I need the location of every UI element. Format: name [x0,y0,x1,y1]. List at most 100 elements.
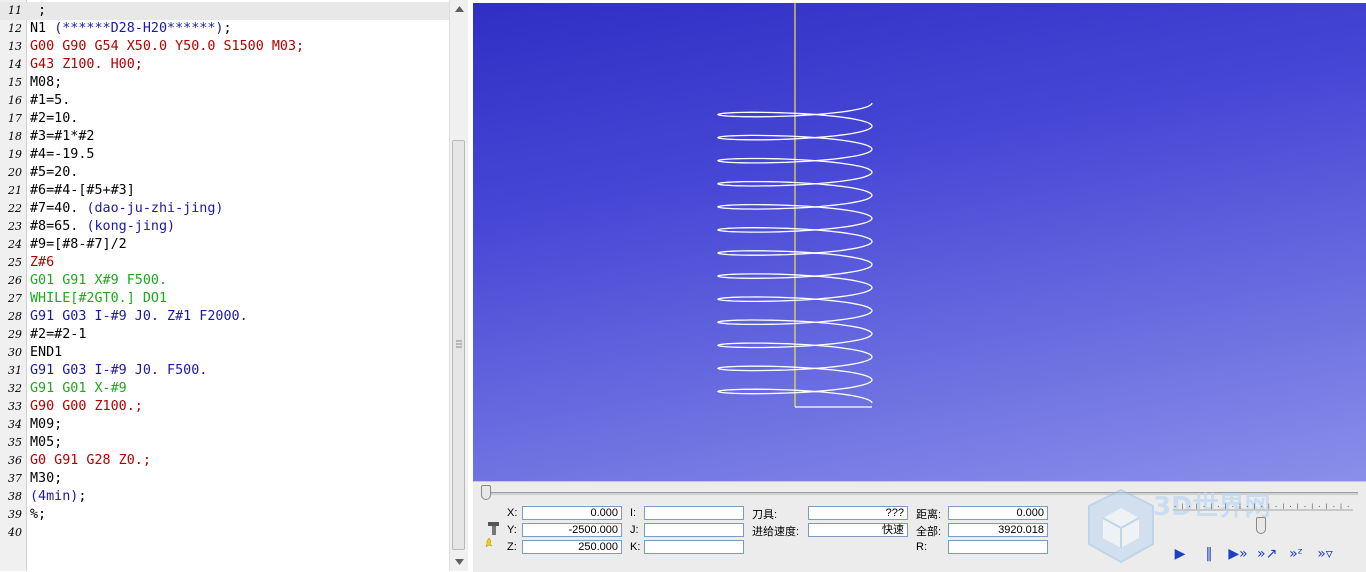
code-token: G43 Z100. H00; [30,57,143,72]
line-number: 19 [8,148,22,161]
code-line[interactable]: 15 M08; [0,74,449,92]
code-line[interactable]: 13 G00 G90 G54 X50.0 Y50.0 S1500 M03; [0,38,449,56]
code-line[interactable]: 31 G91 G03 I-#9 J0. F500. [0,362,449,380]
code-line[interactable]: 22 #7=40. (dao-ju-zhi-jing) [0,200,449,218]
arrow-down-icon [454,558,464,565]
code-token: #6=#4-[#5+#3] [30,183,135,198]
code-line[interactable]: 20 #5=20. [0,164,449,182]
vertical-scrollbar[interactable] [449,0,468,571]
code-text: G90 G00 Z100.; [30,398,143,416]
line-number: 14 [8,58,22,71]
scrollbar-thumb[interactable] [452,140,465,550]
distance-value-field: 0.000 [948,506,1048,520]
code-token: #1=5. [30,93,71,108]
line-number: 37 [8,472,22,485]
y-label: Y: [507,524,517,536]
code-line[interactable]: 38 (4min); [0,488,449,506]
code-line[interactable]: 23 #8=65. (kong-jing) [0,218,449,236]
code-line[interactable]: 34 M09; [0,416,449,434]
code-token: G01 G91 X#9 F500. [30,273,168,288]
simulation-viewport[interactable] [473,3,1366,481]
code-token: Z#6 [30,255,55,270]
j-value-field [644,523,744,537]
code-text: #8=65. (kong-jing) [30,218,175,236]
code-line[interactable]: 24 #9=[#8-#7]/2 [0,236,449,254]
speed-slider-track[interactable] [1173,509,1353,511]
line-number: 31 [8,364,22,377]
code-text: #4=-19.5 [30,146,95,164]
code-line[interactable]: 32 G91 G01 X-#9 [0,380,449,398]
code-line[interactable]: 27 WHILE[#2GT0.] DO1 [0,290,449,308]
code-text: WHILE[#2GT0.] DO1 [30,290,167,308]
code-line[interactable]: 21 #6=#4-[#5+#3] [0,182,449,200]
tool-icon[interactable] [485,519,503,549]
code-line[interactable]: 11 ; [0,2,449,20]
code-line[interactable]: 40 [0,524,449,542]
y-value-field: -2500.000 [522,523,622,537]
code-token: END1 [30,345,63,360]
code-line[interactable]: 29 #2=#2-1 [0,326,449,344]
code-line[interactable]: 37 M30; [0,470,449,488]
total-label: 全部: [916,526,942,538]
code-token: #4=-19.5 [30,147,95,162]
code-token: G91 G03 I-#9 J0. Z#1 F2000. [30,309,248,324]
step-xy-button[interactable]: »↗ [1257,545,1277,563]
gcode-editor[interactable]: 11 ; 12 N1 (******D28-H20******); 13 G00 G90… [0,0,468,571]
code-text: %; [30,506,46,524]
play-button[interactable]: ▶ [1170,545,1190,563]
pause-button[interactable]: ‖ [1199,545,1219,563]
line-number: 16 [8,94,22,107]
progress-slider-knob[interactable] [481,485,491,500]
code-token: #3=#1*#2 [30,129,95,144]
j-label: J: [630,524,639,536]
code-text: M09; [30,416,62,434]
code-line[interactable]: 25 Z#6 [0,254,449,272]
code-line[interactable]: 35 M05; [0,434,449,452]
code-token: #2=10. [30,111,79,126]
code-line[interactable]: 36 G0 G91 G28 Z0.; [0,452,449,470]
code-line[interactable]: 12 N1 (******D28-H20******); [0,20,449,38]
step-tool-button[interactable]: »▿ [1315,545,1335,563]
code-token: G00 G90 G54 X50.0 Y50.0 S1500 M03; [30,39,305,54]
code-line[interactable]: 18 #3=#1*#2 [0,128,449,146]
code-line[interactable]: 19 #4=-19.5 [0,146,449,164]
code-token: (dao-ju-zhi-jing) [86,201,224,216]
code-text: G91 G03 I-#9 J0. F500. [30,362,207,380]
code-text: G00 G90 G54 X50.0 Y50.0 S1500 M03; [30,38,304,56]
line-number: 25 [8,256,22,269]
code-token: M09; [30,417,63,432]
code-token: (******D28-H20******) [54,21,224,36]
code-line[interactable]: 16 #1=5. [0,92,449,110]
code-text: #7=40. (dao-ju-zhi-jing) [30,200,224,218]
speed-slider-knob[interactable] [1256,517,1267,534]
code-text: #9=[#8-#7]/2 [30,236,127,254]
code-text: #3=#1*#2 [30,128,95,146]
scroll-up-button[interactable] [450,0,468,17]
code-line[interactable]: 30 END1 [0,344,449,362]
x-value-field: 0.000 [522,506,622,520]
z-value-field: 250.000 [522,540,622,554]
step-button[interactable]: ▶» [1228,545,1248,563]
line-number: 11 [8,4,22,17]
toolpath-view [716,3,873,408]
z-label: Z: [507,541,517,553]
pause-icon: ‖ [1205,546,1213,562]
code-line[interactable]: 17 #2=10. [0,110,449,128]
code-token: M08; [30,75,63,90]
code-line[interactable]: 39%; [0,506,449,524]
step-z-button[interactable]: »ᶻ [1286,545,1306,563]
code-token: G90 G00 Z100.; [30,399,143,414]
code-line[interactable]: 28 G91 G03 I-#9 J0. Z#1 F2000. [0,308,449,326]
tool-label: 刀具: [752,509,778,521]
r-value-field [948,540,1048,554]
k-value-field [644,540,744,554]
r-label: R: [916,541,927,553]
arrow-up-icon [454,5,464,12]
code-line[interactable]: 33 G90 G00 Z100.; [0,398,449,416]
code-token: G91 G03 I-#9 J0. F500. [30,363,208,378]
code-text: #1=5. [30,92,70,110]
code-token: ; [78,489,87,504]
code-line[interactable]: 26 G01 G91 X#9 F500. [0,272,449,290]
code-line[interactable]: 14 G43 Z100. H00; [0,56,449,74]
scroll-down-button[interactable] [450,553,468,570]
